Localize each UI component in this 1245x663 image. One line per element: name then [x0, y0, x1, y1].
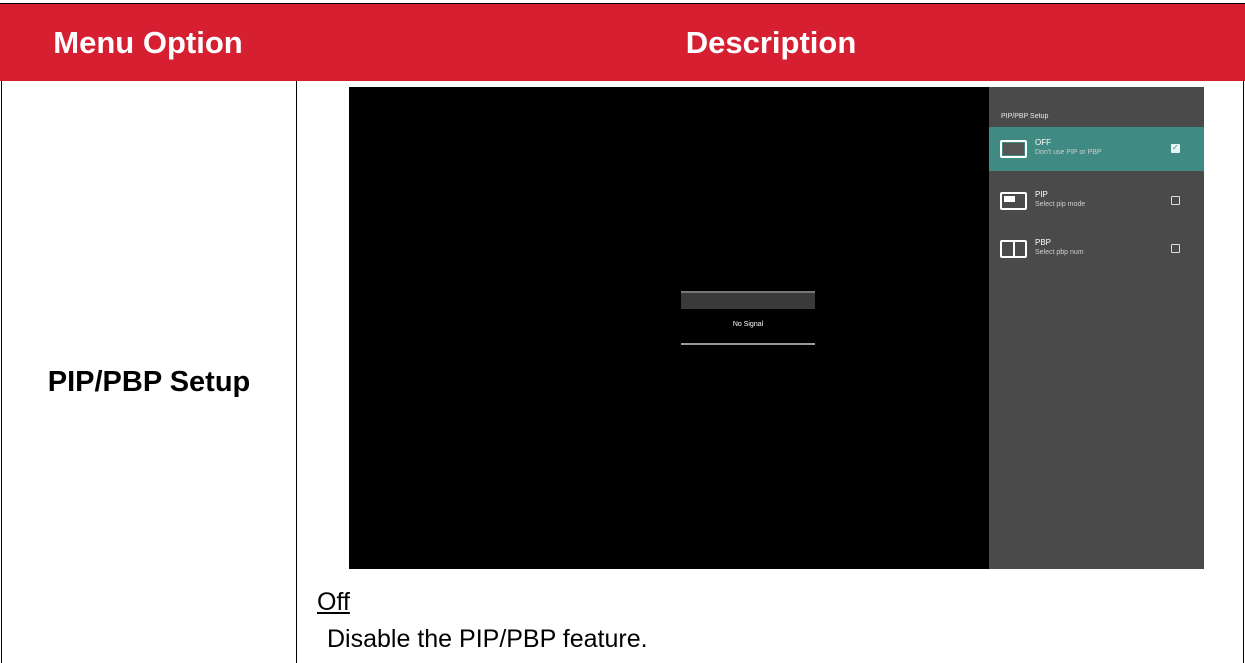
screenshot-display: No Signal PIP/PBP Setup OFF Don't use PI…: [349, 87, 1204, 569]
no-signal-text: No Signal: [732, 321, 764, 328]
option-off[interactable]: OFF Don't use PIP or PBP: [989, 127, 1204, 171]
checkbox-icon[interactable]: [1171, 196, 1180, 205]
menu-option-label: PIP/PBP Setup: [47, 365, 251, 398]
panel-title: PIP/PBP Setup: [1001, 113, 1049, 120]
pip-pbp-setup-panel: PIP/PBP Setup OFF Don't use PIP or PBP P…: [989, 87, 1204, 569]
option-pip[interactable]: PIP Select pip mode: [989, 179, 1204, 223]
option-pbp[interactable]: PBP Select pbp num: [989, 227, 1204, 271]
table-row: PIP/PBP Setup No Signal PIP/PBP Setup OF…: [0, 81, 1245, 663]
off-heading: Off: [317, 588, 350, 616]
option-subtitle: Don't use PIP or PBP: [1035, 149, 1102, 156]
header-menu-option: Menu Option: [53, 24, 243, 60]
screen-off-icon: [1000, 140, 1027, 158]
off-description: Disable the PIP/PBP feature.: [327, 625, 648, 653]
checkbox-icon[interactable]: [1171, 244, 1180, 253]
option-name: PIP: [1035, 190, 1048, 199]
checkbox-checked-icon[interactable]: [1171, 143, 1180, 153]
option-name: OFF: [1035, 138, 1051, 147]
pip-icon: [1000, 192, 1027, 210]
option-subtitle: Select pbp num: [1035, 249, 1084, 256]
option-subtitle: Select pip mode: [1035, 201, 1086, 208]
no-signal-divider: [681, 343, 815, 345]
header-description: Description: [685, 24, 857, 60]
pbp-icon: [1000, 240, 1027, 258]
no-signal-bar: [681, 291, 815, 309]
no-signal-dialog: No Signal: [681, 291, 815, 345]
option-name: PBP: [1035, 238, 1052, 247]
menu-table: Menu Option Description PIP/PBP Setup No…: [0, 3, 1245, 663]
table-header: Menu Option Description: [0, 4, 1245, 81]
